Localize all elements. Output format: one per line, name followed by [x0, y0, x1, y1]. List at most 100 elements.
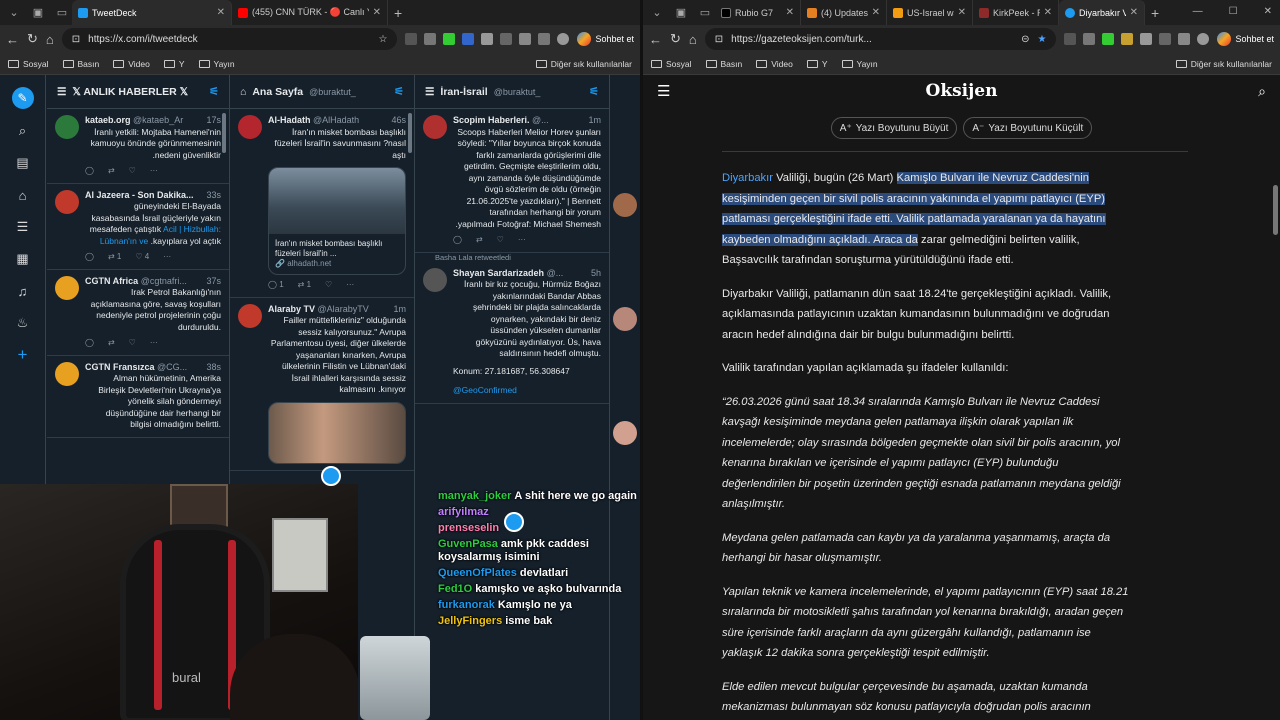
url-text[interactable]: https://x.com/i/tweetdeck	[88, 34, 370, 45]
font-increase-button[interactable]: A⁺ Yazı Boyutunu Büyüt	[830, 117, 958, 139]
column-scrollbar[interactable]	[222, 113, 226, 153]
avatar[interactable]	[613, 193, 637, 217]
home-icon[interactable]: ⌂	[46, 32, 54, 47]
tweet[interactable]: Al Jazeera - Son Dakika... 33s güneyindek…	[47, 184, 229, 270]
tweet[interactable]: Shayan Sardarizadeh @... 5h İranlı bir kı…	[415, 262, 609, 404]
avatar[interactable]	[613, 307, 637, 331]
back-icon[interactable]: ←	[649, 32, 662, 47]
column-scrollbar[interactable]	[408, 113, 412, 153]
extension-icon[interactable]	[538, 33, 551, 45]
close-window-icon[interactable]: ✕	[1264, 6, 1272, 17]
close-tab-icon[interactable]: ✕	[1130, 7, 1138, 18]
tweet-author[interactable]: CGTN Fransızca	[85, 362, 155, 372]
reload-icon[interactable]: ↻	[670, 31, 681, 47]
like-icon[interactable]: ♡	[129, 165, 136, 177]
close-tab-icon[interactable]: ✕	[1044, 7, 1052, 18]
avatar[interactable]	[55, 189, 79, 214]
media-card[interactable]	[268, 401, 406, 464]
close-tab-icon[interactable]: ✕	[872, 7, 880, 18]
tweet[interactable]: kataeb.org @kataeb_Ar 17s İranlı yetkili:…	[47, 109, 229, 184]
tweet[interactable]: CGTN Fransızca @CG... 38s Alman hükümetin…	[47, 356, 229, 438]
site-info-icon[interactable]: ⊡	[715, 34, 723, 45]
avatar[interactable]	[55, 275, 79, 300]
extension-icon[interactable]	[443, 33, 456, 45]
explore-icon[interactable]: ⌂	[13, 185, 33, 205]
column-settings-icon[interactable]: ⚟	[394, 85, 404, 98]
extension-icon[interactable]	[481, 33, 494, 45]
link-card[interactable]: İran'ın misket bombası başlıklı füzeleri…	[268, 167, 406, 275]
tweet[interactable]: Scopim Haberleri. @... 1m Scoops Haberler…	[415, 109, 609, 253]
tab-updates[interactable]: (4) Updates ✕	[801, 0, 887, 25]
tab-kirkpeek[interactable]: KirkPeek - Re ✕	[973, 0, 1059, 25]
tab-us-israel[interactable]: US-Israel war ✕	[887, 0, 973, 25]
hamburger-menu-icon[interactable]: ☰	[657, 82, 670, 100]
add-column-icon[interactable]: +	[13, 345, 33, 365]
tab-diyarbakir[interactable]: Diyarbakır Val ✕	[1059, 0, 1145, 25]
bookmark-folder[interactable]: Y	[806, 59, 828, 69]
extension-icon[interactable]	[424, 33, 437, 45]
search-icon[interactable]: ⌕	[1258, 83, 1266, 100]
tab-rubio[interactable]: Rubio G7 ✕	[715, 0, 801, 25]
tweet-mention-link[interactable]: @GeoConfirmed	[453, 385, 601, 397]
tab-actions-icon[interactable]: ⌄	[4, 3, 24, 23]
avatar[interactable]	[423, 115, 447, 139]
reply-icon[interactable]: ◯	[85, 337, 94, 349]
bookmark-folder[interactable]: Video	[756, 59, 793, 69]
tab-actions-icon[interactable]: ⌄	[647, 3, 667, 23]
bookmark-folder[interactable]: Sosyal	[8, 59, 49, 69]
tweet[interactable]: Al-Hadath @AlHadath 46s İran'ın misket bo…	[230, 109, 414, 298]
more-icon[interactable]: ···	[163, 251, 171, 263]
favorite-star-icon[interactable]: ★	[1038, 34, 1047, 45]
extension-icon[interactable]	[1064, 33, 1077, 45]
column-settings-icon[interactable]: ⚟	[209, 85, 219, 98]
tweet-author[interactable]: Al Jazeera - Son Dakika...	[85, 190, 194, 200]
retweet-icon[interactable]: ⇄	[108, 165, 115, 177]
maximize-icon[interactable]: ☐	[1229, 6, 1238, 17]
copilot-button[interactable]: Sohbet et	[1217, 32, 1274, 46]
extension-icon[interactable]	[519, 33, 532, 45]
bookmark-folder[interactable]: Yayın	[198, 59, 235, 69]
search-icon[interactable]: ⌕	[13, 121, 33, 141]
tweet[interactable]: CGTN Africa @cgtnafri... 37s Irak Petrol …	[47, 270, 229, 356]
address-bar[interactable]: ⊡ https://x.com/i/tweetdeck ☆	[61, 28, 398, 50]
tab-tweetdeck[interactable]: TweetDeck ✕	[72, 0, 232, 25]
other-bookmarks[interactable]: Diğer sık kullanılanlar	[1175, 59, 1272, 69]
tweet[interactable]: Alaraby TV @AlarabyTV 1m Failler müttefik…	[230, 298, 414, 471]
trending-icon[interactable]: ♨	[13, 313, 33, 333]
workspaces-icon[interactable]: ▣	[671, 3, 691, 23]
workspaces-icon[interactable]: ▣	[28, 3, 48, 23]
avatar[interactable]	[423, 267, 447, 292]
reply-icon[interactable]: ◯	[453, 234, 462, 246]
reply-icon[interactable]: ◯ 1	[268, 279, 284, 291]
reader-icon[interactable]: ⊝	[1021, 34, 1029, 45]
minimize-icon[interactable]: —	[1193, 6, 1203, 17]
tweet-author[interactable]: Shayan Sardarizadeh	[453, 268, 544, 278]
tab-list-icon[interactable]: ▭	[695, 3, 715, 23]
avatar[interactable]	[238, 303, 262, 328]
more-icon[interactable]: ···	[346, 279, 354, 291]
avatar[interactable]	[55, 361, 79, 386]
play-video-icon[interactable]	[321, 466, 341, 486]
home-icon[interactable]: ⌂	[689, 32, 697, 47]
tab-cnn-turk[interactable]: (455) CNN TÜRK - 🔴 Canlı Yayın ✕	[232, 0, 388, 25]
more-icon[interactable]: ···	[518, 234, 526, 246]
site-logo[interactable]: Oksijen	[643, 81, 1280, 101]
profile-avatar-icon[interactable]	[557, 33, 570, 45]
extension-icon[interactable]	[1140, 33, 1153, 45]
close-tab-icon[interactable]: ✕	[786, 7, 794, 18]
bookmark-folder[interactable]: Basın	[705, 59, 742, 69]
extension-icon[interactable]	[1159, 33, 1172, 45]
home-column-icon[interactable]: ▤	[13, 153, 33, 173]
retweet-icon[interactable]: ⇄ 1	[298, 279, 311, 291]
retweet-icon[interactable]: ⇄	[108, 337, 115, 349]
back-icon[interactable]: ←	[6, 32, 19, 47]
tweet-author[interactable]: Alaraby TV	[268, 304, 315, 314]
avatar[interactable]	[55, 115, 79, 139]
extension-icon[interactable]	[1102, 33, 1115, 45]
bookmark-folder[interactable]: Y	[163, 59, 185, 69]
font-decrease-button[interactable]: A⁻ Yazı Boyutunu Küçült	[963, 117, 1093, 139]
column-settings-icon[interactable]: ⚟	[589, 85, 599, 98]
copilot-button[interactable]: Sohbet et	[577, 32, 634, 46]
more-icon[interactable]: ···	[150, 337, 158, 349]
like-icon[interactable]: ♡	[497, 234, 504, 246]
